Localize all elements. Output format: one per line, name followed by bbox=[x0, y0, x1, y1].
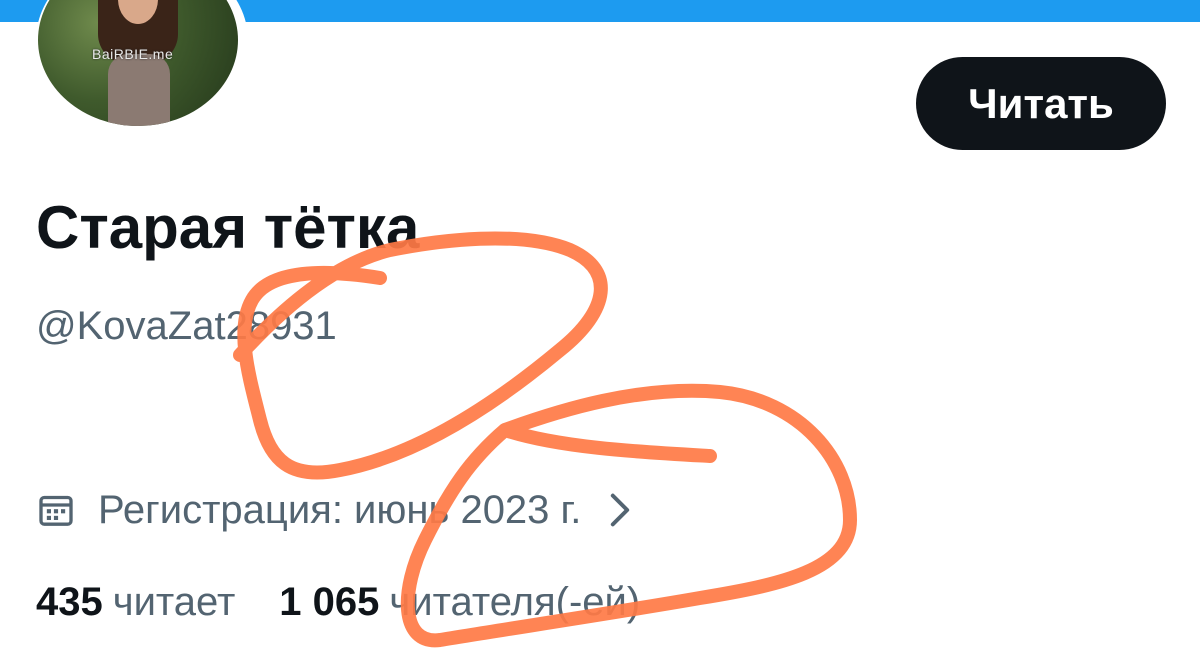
display-name: Старая тётка bbox=[36, 194, 420, 261]
avatar-watermark: BaiRBIE.me bbox=[92, 46, 174, 62]
join-date-row[interactable]: Регистрация: июнь 2023 г. bbox=[36, 482, 631, 538]
following-label: читает bbox=[112, 580, 236, 624]
avatar[interactable]: BaiRBIE.me bbox=[36, 0, 248, 128]
follow-stats: 435 читает 1 065 читателя(-ей) bbox=[36, 580, 684, 625]
followers-count: 1 065 bbox=[279, 580, 380, 624]
calendar-icon bbox=[39, 495, 73, 526]
followers-label: читателя(-ей) bbox=[389, 580, 641, 624]
chevron-right-icon[interactable] bbox=[609, 492, 631, 528]
join-date-text: Регистрация: июнь 2023 г. bbox=[98, 487, 582, 532]
user-handle: @KovaZat28931 bbox=[36, 304, 337, 348]
following-count: 435 bbox=[36, 580, 103, 624]
following-link[interactable]: 435 читает bbox=[36, 580, 235, 625]
follow-button[interactable]: Читать bbox=[916, 57, 1166, 150]
scribble-stroke-upper bbox=[233, 231, 608, 480]
followers-link[interactable]: 1 065 читателя(-ей) bbox=[279, 580, 640, 625]
avatar-image: BaiRBIE.me bbox=[38, 0, 238, 126]
